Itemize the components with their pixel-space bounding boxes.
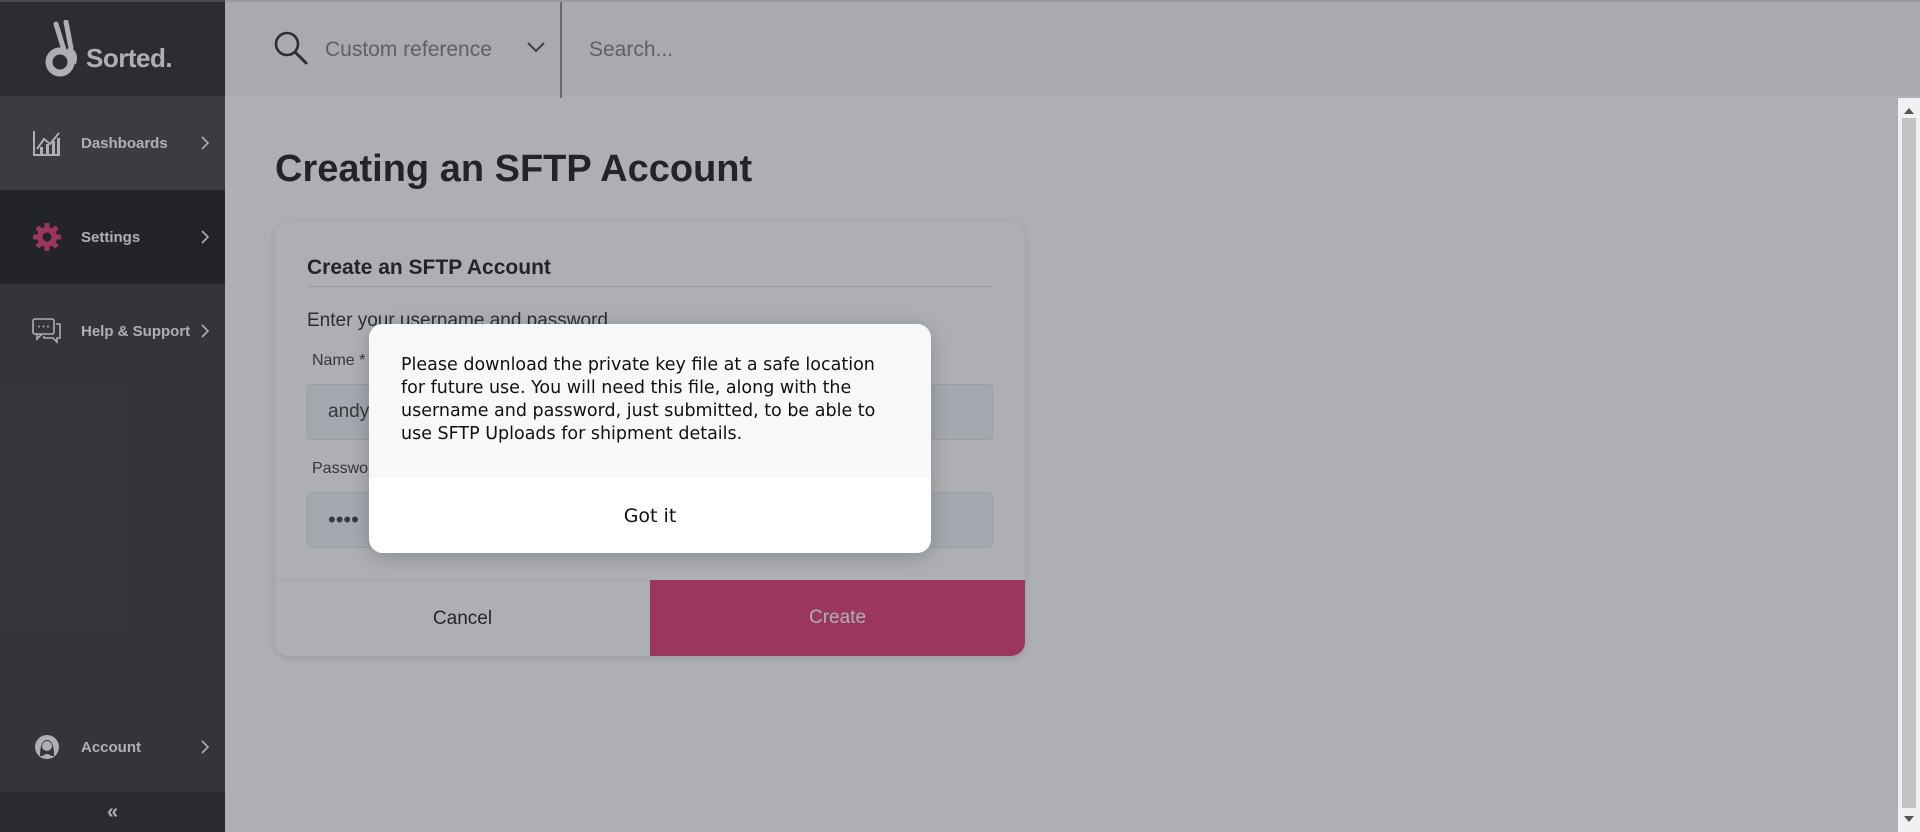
scroll-thumb[interactable] <box>1902 118 1916 808</box>
dialog-message: Please download the private key file at … <box>369 324 931 478</box>
got-it-button[interactable]: Got it <box>369 478 931 553</box>
scrollbar[interactable] <box>1898 98 1920 832</box>
info-dialog: Please download the private key file at … <box>369 324 931 553</box>
modal-overlay <box>0 0 1920 832</box>
scroll-down-icon[interactable] <box>1903 810 1915 828</box>
